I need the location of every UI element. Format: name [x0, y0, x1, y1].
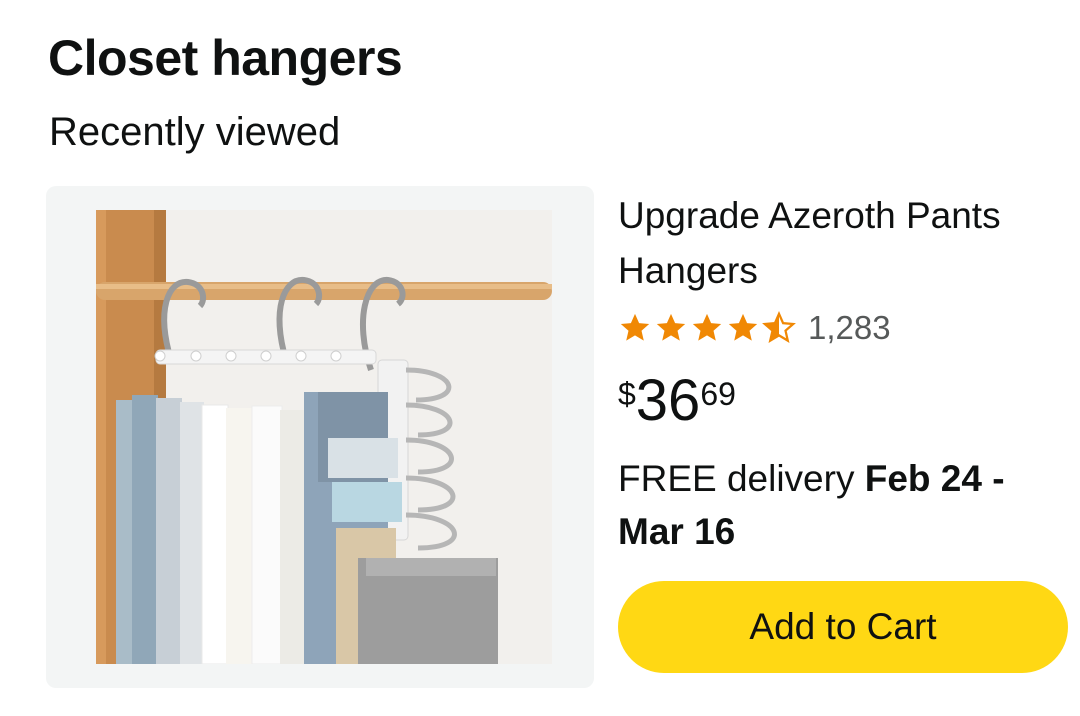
product-image[interactable] — [96, 210, 552, 664]
delivery-prefix: FREE delivery — [618, 458, 865, 499]
rating-count[interactable]: 1,283 — [808, 309, 891, 347]
add-to-cart-button[interactable]: Add to Cart — [618, 581, 1068, 673]
product-title[interactable]: Upgrade Azeroth Pants Hangers — [618, 186, 1078, 298]
product-info: Upgrade Azeroth Pants Hangers 1,283 $ 36… — [618, 186, 1078, 558]
price-currency: $ — [618, 376, 636, 412]
rating-row[interactable]: 1,283 — [618, 306, 1078, 350]
price: $ 36 69 — [618, 370, 1078, 432]
section-title: Closet hangers — [48, 30, 403, 86]
product-image-panel[interactable] — [46, 186, 594, 688]
star-full-icon — [692, 313, 722, 341]
delivery-info: FREE delivery Feb 24 - Mar 16 — [618, 452, 1078, 558]
star-full-icon — [656, 313, 686, 341]
star-rating — [618, 311, 796, 345]
star-half-icon — [762, 311, 796, 343]
star-full-icon — [620, 313, 650, 341]
star-full-icon — [728, 313, 758, 341]
recently-viewed-page: Closet hangers Recently viewed Upgrade A… — [0, 0, 1080, 716]
price-whole: 36 — [635, 368, 701, 433]
price-fraction: 69 — [700, 376, 736, 412]
product-card[interactable]: Upgrade Azeroth Pants Hangers 1,283 $ 36… — [46, 186, 1080, 688]
section-subtitle: Recently viewed — [49, 110, 341, 154]
